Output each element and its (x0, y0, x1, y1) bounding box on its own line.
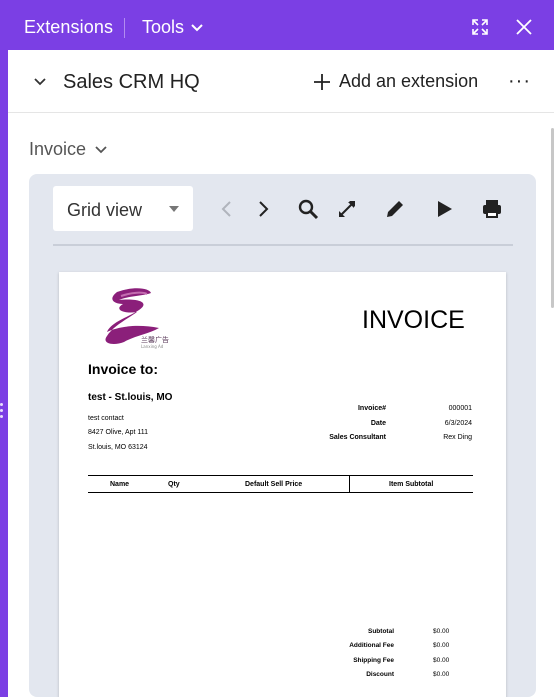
base-name: Sales CRM HQ (63, 71, 200, 93)
header-divider (124, 18, 125, 38)
column-default-sell-price: Default Sell Price (245, 481, 303, 488)
extension-select-label: Invoice (29, 139, 87, 159)
chevron-left-icon[interactable] (216, 198, 238, 220)
additional-fee-value: $0.00 (433, 642, 450, 649)
column-qty: Qty (168, 481, 180, 488)
logo-subtext: Lanxing Ad (141, 344, 164, 349)
customer-name: test - St.louis, MO (88, 392, 173, 403)
chevron-right-icon[interactable] (252, 198, 274, 220)
chevron-down-icon (191, 23, 203, 31)
invoice-toolbar: Grid view (53, 186, 513, 246)
logo-text: 兰馨广告 (141, 335, 169, 344)
plus-icon (314, 73, 330, 90)
extensions-title: Extensions (24, 17, 114, 37)
date-value: 6/3/2024 (444, 420, 472, 427)
shipping-fee-label: Shipping Fee (353, 657, 394, 664)
line-items-header: Name Qty Default Sell Price Item Subtota… (88, 475, 473, 493)
extensions-header: Extensions Tools (0, 0, 554, 50)
chevron-down-icon (95, 145, 107, 153)
column-item-subtotal: Item Subtotal (389, 481, 434, 488)
sales-consultant-value: Rex Ding (443, 434, 472, 441)
collapse-chevron-icon[interactable] (32, 74, 48, 90)
invoice-extension-card: Grid view 兰馨广告 Lanxing Ad INVOICE Invoic… (29, 174, 536, 697)
search-icon[interactable] (297, 198, 319, 220)
play-icon[interactable] (433, 198, 455, 220)
resize-handle[interactable] (0, 400, 4, 428)
base-row: Sales CRM HQ Add an extension ··· (8, 50, 554, 113)
caret-down-icon (169, 206, 179, 212)
expand-icon[interactable] (470, 17, 490, 37)
print-icon[interactable] (481, 198, 503, 220)
subtotal-label: Subtotal (368, 628, 394, 635)
sales-consultant-label: Sales Consultant (329, 434, 386, 441)
additional-fee-label: Additional Fee (349, 642, 394, 649)
tools-label: Tools (142, 17, 185, 37)
more-icon[interactable]: ··· (508, 70, 531, 93)
subtotal-value: $0.00 (433, 628, 450, 635)
column-name: Name (110, 481, 130, 488)
customer-address-line2: St.louis, MO 63124 (88, 444, 148, 451)
column-divider (349, 476, 350, 492)
customer-address-line1: 8427 Olive, Apt 111 (88, 429, 149, 436)
invoice-number-label: Invoice# (357, 405, 386, 412)
invoice-title: INVOICE (362, 306, 465, 334)
company-logo: 兰馨广告 Lanxing Ad (105, 288, 169, 349)
shipping-fee-value: $0.00 (433, 657, 450, 664)
view-select-label: Grid view (67, 200, 143, 220)
discount-label: Discount (366, 671, 394, 678)
invoice-document: 兰馨广告 Lanxing Ad INVOICE Invoice to: test… (59, 272, 506, 697)
tools-menu-button[interactable]: Tools (142, 17, 204, 38)
date-label: Date (370, 420, 386, 427)
close-icon[interactable] (514, 17, 534, 37)
discount-value: $0.00 (433, 671, 450, 678)
edit-icon[interactable] (384, 198, 406, 220)
extension-select[interactable]: Invoice (29, 139, 108, 160)
view-select[interactable]: Grid view (53, 186, 193, 231)
extension-panel: Sales CRM HQ Add an extension ··· Invoic… (8, 50, 554, 697)
customer-contact: test contact (88, 415, 124, 422)
add-extension-label: Add an extension (339, 71, 479, 91)
invoice-number-value: 000001 (448, 405, 472, 412)
add-extension-button[interactable]: Add an extension (313, 71, 478, 92)
fullscreen-icon[interactable] (336, 198, 358, 220)
invoice-to-label: Invoice to: (88, 361, 159, 377)
